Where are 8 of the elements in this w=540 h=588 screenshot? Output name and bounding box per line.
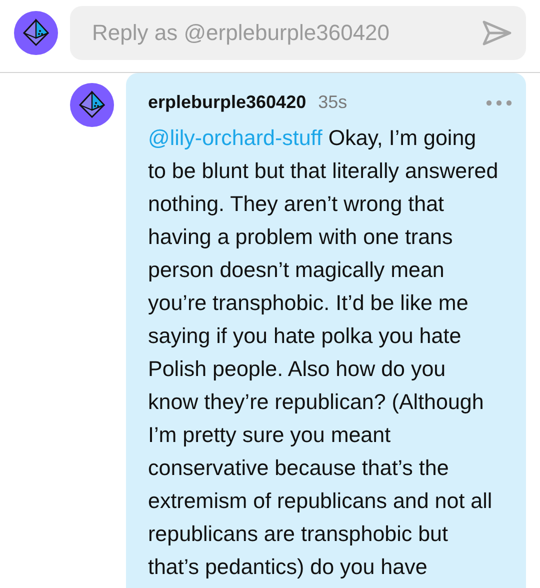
avatar-icon (14, 11, 58, 55)
more-options-icon[interactable] (486, 100, 512, 106)
reply-field[interactable]: Reply as @erpleburple360420 (70, 6, 526, 60)
avatar-icon (70, 83, 114, 127)
comment-text: @lily-orchard-stuff Okay, I’m going to be blunt but that literally answered nothing. They aren’t wrong that having a problem with one trans person doesn’t magically mean you’re transphobic. It’d be like me saying if you hate polka you hate Polish people. Also how do you know they’re republican? (Although I’m pretty sure you meant conservative because that’s the extremism of republicans and not all republicans are transphobic but that’s pedantics) do you have (148, 125, 500, 581)
send-icon[interactable] (482, 20, 512, 46)
username[interactable]: erpleburple360420 (148, 89, 306, 116)
timestamp: 35s (318, 91, 348, 114)
